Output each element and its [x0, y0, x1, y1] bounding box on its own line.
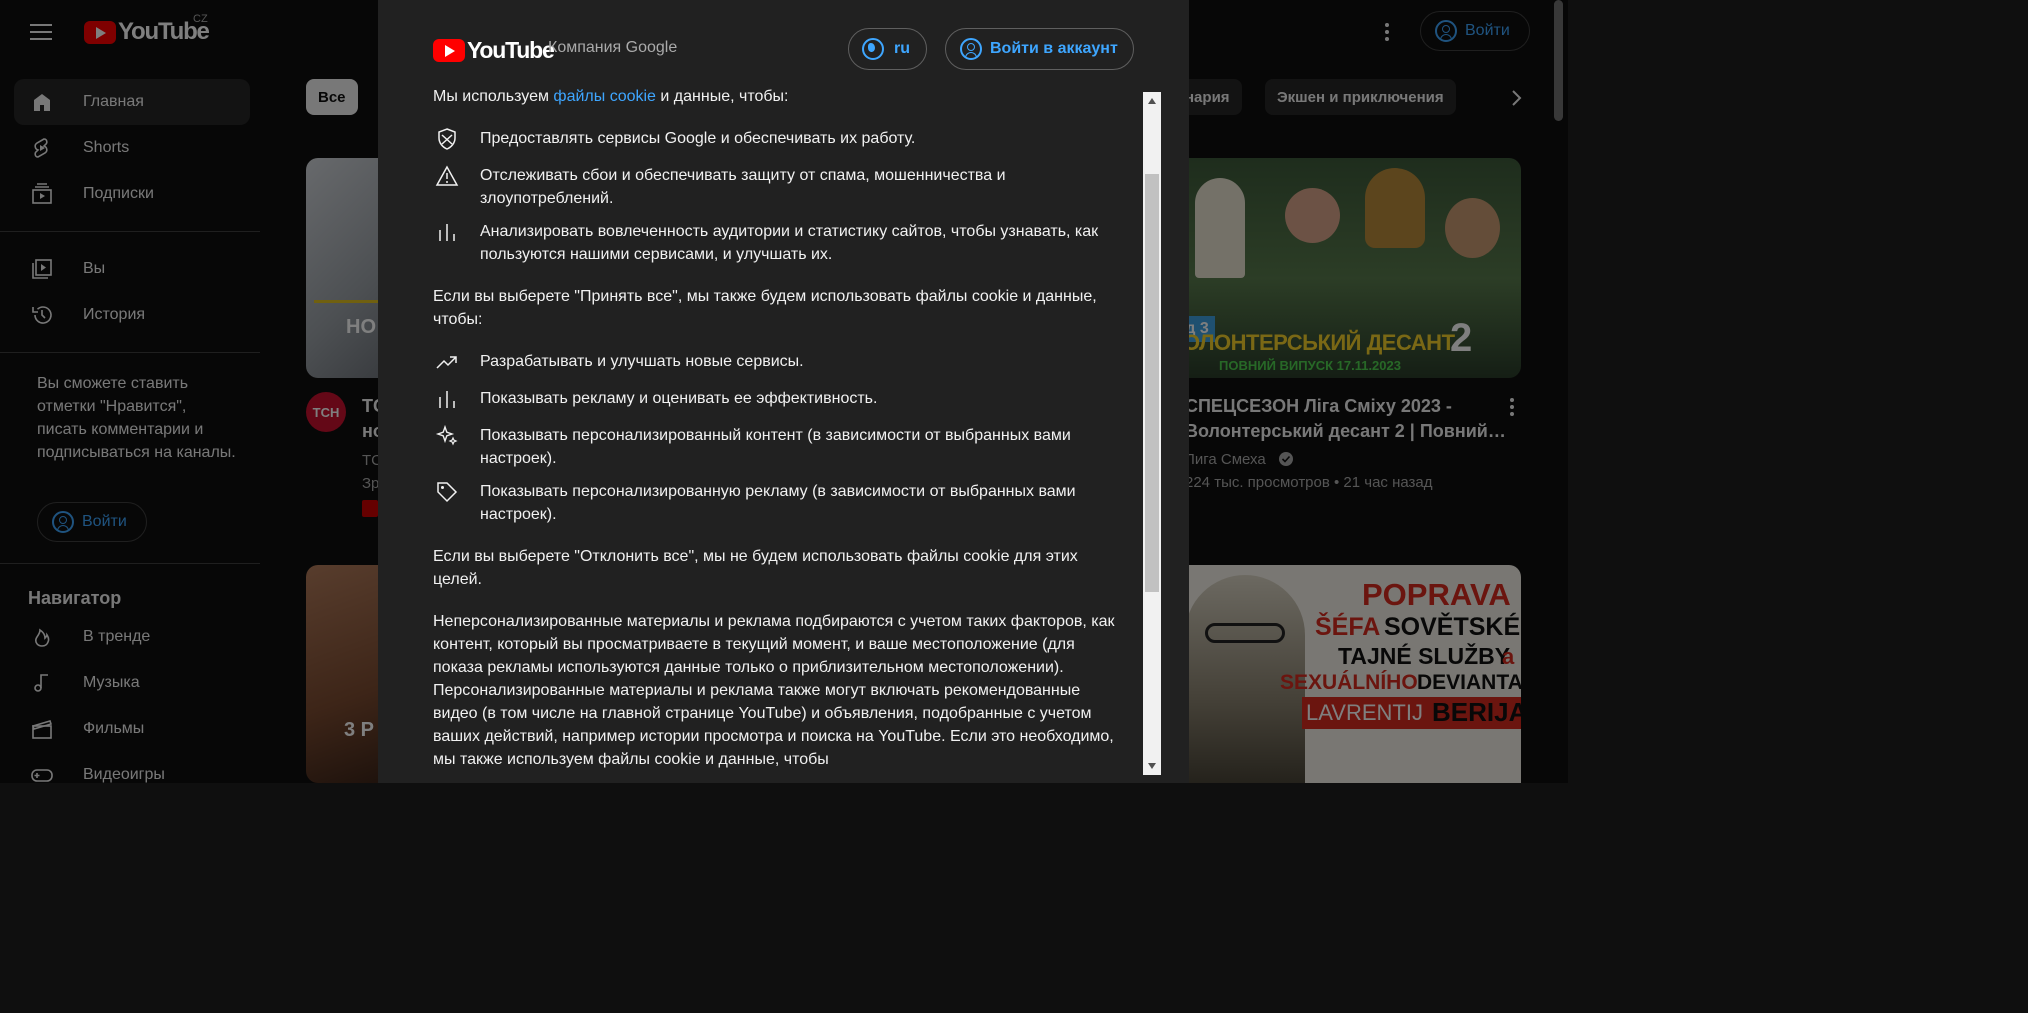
shield-icon: [438, 128, 456, 150]
scroll-down-arrow-icon[interactable]: [1143, 757, 1161, 775]
purpose-text: Показывать рекламу и оценивать ее эффект…: [480, 390, 878, 407]
purpose-text: Показывать персонализированный контент (…: [480, 427, 1071, 467]
dialog-scrollbar-thumb[interactable]: [1145, 174, 1159, 592]
tag-icon: [437, 482, 458, 503]
bar-chart-icon: [439, 391, 455, 408]
intro-prefix: Мы используем: [433, 88, 549, 105]
trending-up-icon: [436, 356, 457, 369]
consent-text-scroll-area[interactable]: Мы используем файлы cookie и данные, что…: [433, 85, 1123, 783]
globe-icon: [862, 38, 884, 60]
purpose-text: Отслеживать сбои и обеспечивать защиту о…: [480, 167, 1006, 207]
purpose-text: Разрабатывать и улучшать новые сервисы.: [480, 353, 804, 370]
sparkle-icon: [435, 424, 458, 446]
warning-icon: [435, 165, 459, 186]
signin-label: Войти в аккаунт: [990, 40, 1118, 57]
dialog-signin-button[interactable]: Войти в аккаунт: [945, 28, 1134, 70]
purpose-text: Анализировать вовлеченность аудитории и …: [480, 223, 1099, 263]
scroll-up-arrow-icon[interactable]: [1143, 92, 1161, 110]
account-icon: [960, 38, 982, 60]
purpose-text: Предоставлять сервисы Google и обеспечив…: [480, 130, 916, 147]
non-personalized-paragraph: Неперсонализированные материалы и реклам…: [433, 613, 1115, 768]
company-label: Компания Google: [548, 39, 678, 56]
reject-all-paragraph: Если вы выберете "Отклонить все", мы не …: [433, 548, 1078, 588]
purpose-text: Показывать персонализированную рекламу (…: [480, 483, 1076, 523]
language-label: ru: [894, 40, 910, 57]
dialog-youtube-logo: YouTube: [433, 37, 555, 64]
bar-chart-icon: [439, 224, 455, 241]
accept-all-paragraph: Если вы выберете "Принять все", мы также…: [433, 288, 1097, 328]
cookies-link[interactable]: файлы cookie: [553, 88, 656, 105]
dialog-scrollbar[interactable]: [1143, 92, 1161, 775]
youtube-play-icon: [433, 39, 465, 62]
logo-text: YouTube: [467, 37, 555, 63]
language-button[interactable]: ru: [848, 28, 927, 70]
intro-paragraph: Мы используем файлы cookie и данные, что…: [433, 85, 1123, 108]
intro-suffix: и данные, чтобы:: [660, 88, 789, 105]
